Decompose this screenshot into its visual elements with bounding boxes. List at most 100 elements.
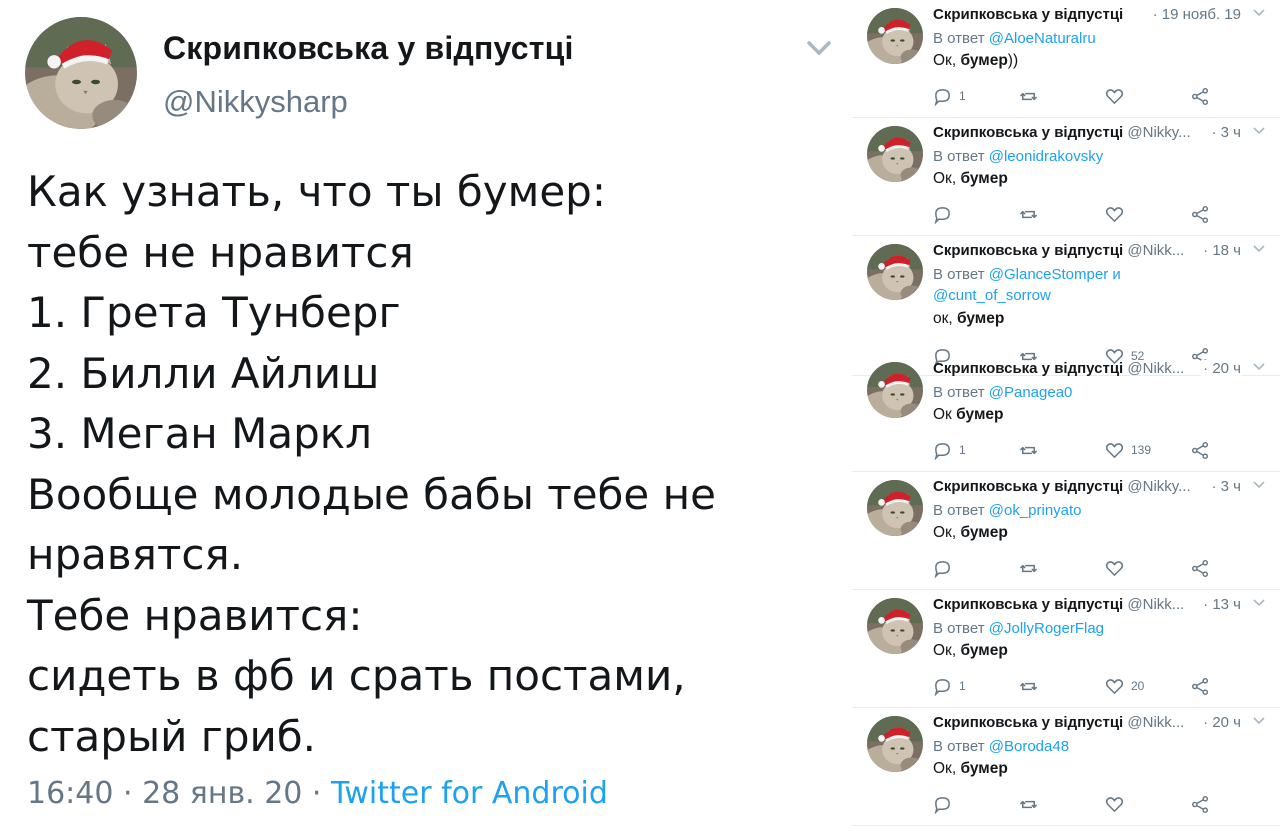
avatar[interactable] [867,716,923,772]
like-button[interactable] [1105,794,1131,814]
like-button[interactable] [1105,204,1131,224]
tweet-date[interactable]: 28 янв. 20 [142,776,302,811]
reply-time-value[interactable]: 20 ч [1212,360,1241,377]
reply-actions: 1 139 [933,440,1233,460]
reply-tweet[interactable]: Скрипковська у відпустці @Nikk... · 13 ч В… [852,590,1280,708]
reply-text-bold: бумер [956,406,1004,423]
reply-display-name[interactable]: Скрипковська у відпустці [933,596,1123,613]
retweet-button[interactable] [1019,794,1038,814]
mention-link[interactable]: @GlanceStomper и [989,266,1121,283]
reply-time-value[interactable]: 20 ч [1212,714,1241,731]
reply-actions [933,558,1233,578]
retweet-icon [1020,800,1037,808]
mention-link[interactable]: @JollyRogerFlag [989,620,1104,637]
tweet-line: старый гриб. [27,711,317,761]
reply-button[interactable] [933,558,959,578]
avatar[interactable] [867,8,923,64]
reply-display-name[interactable]: Скрипковська у відпустці [933,478,1123,495]
reply-tweet[interactable]: Скрипковська у відпустці @Nikky... · 3 ч В… [852,472,1280,590]
mention-link[interactable]: @cunt_of_sorrow [933,287,1051,304]
reply-actions [933,794,1233,814]
share-icon [1191,559,1209,577]
chevron-down-icon[interactable] [1253,126,1265,136]
reply-time-value[interactable]: 13 ч [1212,596,1241,613]
meta-separator: · [302,776,331,811]
chevron-down-icon[interactable] [1253,716,1265,726]
reply-text-bold: бумер [960,642,1008,659]
share-button[interactable] [1191,204,1210,224]
retweet-button[interactable] [1019,86,1038,106]
reply-text-pre: Ок [933,406,957,423]
reply-tweet[interactable]: Скрипковська у відпустці · 19 нояб. 19 В … [852,0,1280,118]
reply-time-value[interactable]: 19 нояб. 19 [1162,6,1241,23]
mention-link[interactable]: @AloeNaturalru [989,30,1096,47]
reply-time-value[interactable]: 18 ч [1212,242,1241,259]
reply-text-pre: Ок, [933,642,961,659]
share-button[interactable] [1191,676,1210,696]
chevron-down-icon[interactable] [1253,480,1265,490]
reply-time-value[interactable]: 3 ч [1221,478,1241,495]
reply-handle[interactable]: @Nikky... [1127,478,1190,495]
like-button[interactable] [1105,558,1131,578]
reply-header: Скрипковська у відпустці · 19 нояб. 19 [933,6,1273,24]
reply-display-name[interactable]: Скрипковська у відпустці [933,124,1123,141]
share-icon [1191,441,1209,459]
reply-tweet[interactable]: Скрипковська у відпустці @Nikky... · 3 ч В… [852,118,1280,236]
reply-handle[interactable]: @Nikk... [1127,360,1184,377]
tweet-time[interactable]: 16:40 [27,776,113,811]
like-button[interactable]: 20 [1105,676,1144,696]
avatar[interactable] [867,126,923,182]
retweet-button[interactable] [1019,676,1038,696]
chevron-down-icon[interactable] [1253,598,1265,608]
reply-display-name[interactable]: Скрипковська у відпустці [933,242,1123,259]
reply-display-name[interactable]: Скрипковська у відпустці [933,6,1123,23]
reply-button[interactable]: 1 [933,440,966,460]
mention-link[interactable]: @Boroda48 [989,738,1069,755]
share-button[interactable] [1191,86,1210,106]
avatar[interactable] [867,480,923,536]
mention-link[interactable]: @leonidrakovsky [989,148,1103,165]
cat-avatar-image [867,244,923,300]
retweet-button[interactable] [1019,440,1038,460]
reply-handle[interactable]: @Nikk... [1127,714,1184,731]
reply-button[interactable]: 1 [933,86,966,106]
avatar[interactable] [867,362,923,418]
share-button[interactable] [1191,558,1210,578]
avatar[interactable] [25,17,137,129]
like-icon [1105,796,1124,812]
chevron-down-icon[interactable] [806,38,832,58]
reply-button[interactable] [933,794,959,814]
share-button[interactable] [1191,440,1210,460]
avatar[interactable] [867,244,923,300]
like-button[interactable]: 139 [1105,440,1151,460]
reply-handle[interactable]: @Nikk... [1127,596,1184,613]
chevron-down-icon[interactable] [1253,8,1265,18]
retweet-button[interactable] [1019,204,1038,224]
display-name[interactable]: Скрипковська у відпустці [163,30,574,67]
retweet-button[interactable] [1019,558,1038,578]
reply-tweet[interactable]: Скрипковська у відпустці @Nikk... · 20 ч В… [852,708,1280,826]
tweet-source-link[interactable]: Twitter for Android [331,776,608,811]
reply-handle[interactable]: @Nikk... [1127,242,1184,259]
reply-button[interactable] [933,204,959,224]
reply-button[interactable]: 1 [933,676,966,696]
in-reply-to: В ответ @Panagea0 [933,382,1233,403]
reply-handle[interactable]: @Nikky... [1127,124,1190,141]
tweet-line: Вообще молодые бабы тебе не [27,469,716,519]
reply-time: · 3 ч [1209,478,1241,495]
reply-time-value[interactable]: 3 ч [1221,124,1241,141]
mention-link[interactable]: @ok_prinyato [989,502,1082,519]
share-button[interactable] [1191,794,1210,814]
handle[interactable]: @Nikkysharp [163,84,348,120]
avatar[interactable] [867,598,923,654]
mention-link[interactable]: @Panagea0 [989,384,1073,401]
like-button[interactable] [1105,86,1131,106]
reply-header: Скрипковська у відпустці @Nikky... · 3 ч [933,478,1273,496]
reply-tweet[interactable]: Скрипковська у відпустці @Nikk... · 20 ч В… [852,354,1280,472]
chevron-down-icon[interactable] [1253,362,1265,372]
reply-display-name[interactable]: Скрипковська у відпустці [933,360,1123,377]
reply-display-name[interactable]: Скрипковська у відпустці [933,714,1123,731]
tweet-line: нравятся. [27,530,244,579]
chevron-down-icon[interactable] [1253,244,1265,254]
reply-header: Скрипковська у відпустці @Nikk... · 18 ч [933,242,1273,260]
